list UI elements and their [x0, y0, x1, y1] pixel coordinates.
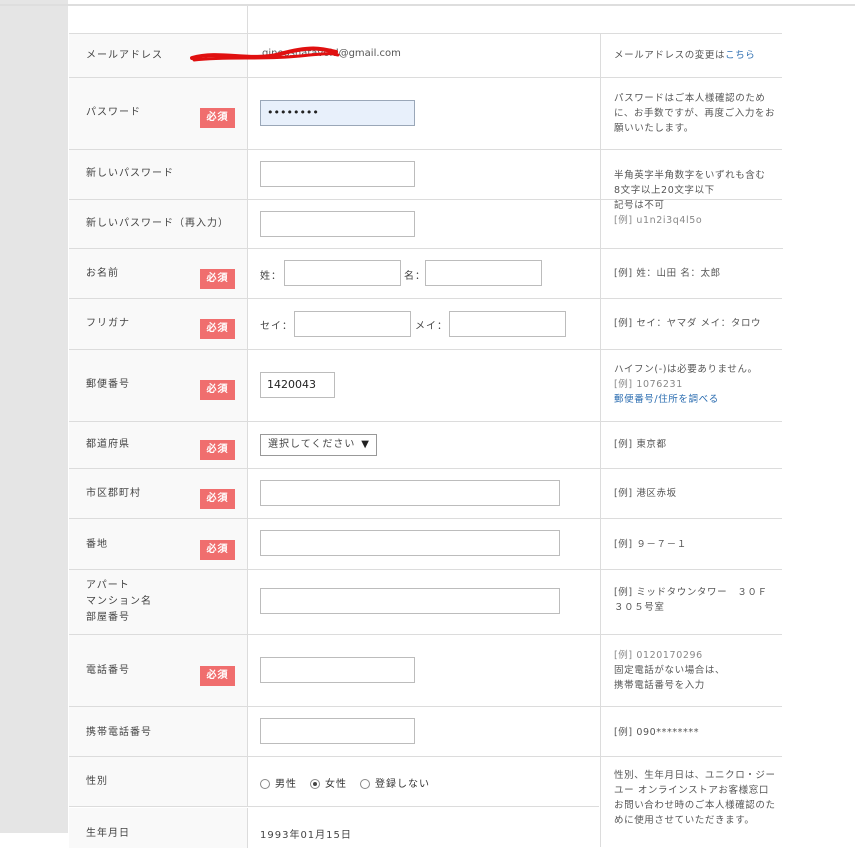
new-password-rule-1: 半角英字半角数字をいずれも含む: [614, 170, 766, 181]
address-input[interactable]: [260, 530, 560, 556]
page-gutter: [0, 0, 68, 833]
last-name-label: 姓：: [260, 271, 282, 282]
radio-icon: [360, 779, 370, 789]
address-label: 番地: [86, 539, 108, 550]
first-name-label: 名：: [404, 271, 426, 282]
name-row: お名前 必須 姓： 名： [例] 姓：山田 名：太郎: [69, 249, 782, 299]
building-input[interactable]: [260, 588, 560, 614]
required-badge: 必須: [200, 380, 235, 400]
postal-example: [例] 1076231: [614, 379, 683, 390]
address-note: [例] ９－７－１: [614, 539, 687, 550]
required-badge: 必須: [200, 269, 235, 289]
birthday-value: 1993年01月15日: [260, 830, 352, 841]
gender-option-male[interactable]: 男性: [260, 775, 297, 790]
radio-selected-icon: [310, 779, 320, 789]
gender-label: 性別: [86, 776, 108, 787]
new-password-note-cell: 半角英字半角数字をいずれも含む 8文字以上20文字以下 記号は不可 [例] u1…: [600, 150, 783, 249]
building-row: アパート マンション名 部屋番号 [例] ミッドタウンタワー ３０Ｆ ３０５号室: [69, 570, 782, 635]
postal-lookup-link[interactable]: 郵便番号/住所を調べる: [614, 392, 777, 407]
email-change-link[interactable]: こちら: [725, 50, 755, 61]
address-row: 番地 必須 [例] ９－７－１: [69, 519, 782, 570]
required-badge: 必須: [200, 108, 235, 128]
prefecture-label: 都道府県: [86, 439, 130, 450]
required-badge: 必須: [200, 319, 235, 339]
new-password-confirm-label: 新しいパスワード（再入力）: [86, 218, 229, 229]
mobile-input[interactable]: [260, 718, 415, 744]
last-name-kana-label: セイ：: [260, 321, 293, 332]
phone-label: 電話番号: [86, 665, 130, 676]
furigana-label: フリガナ: [86, 318, 130, 329]
required-badge: 必須: [200, 540, 235, 560]
password-row: パスワード 必須 •••••••• パスワードはご本人様確認のために、お手数です…: [69, 78, 782, 150]
phone-note-2: 携帯電話番号を入力: [614, 680, 705, 691]
required-badge: 必須: [200, 489, 235, 509]
required-badge: 必須: [200, 666, 235, 686]
furigana-row: フリガナ 必須 セイ： メイ： [例] セイ：ヤマダ メイ：タロウ: [69, 299, 782, 350]
phone-example: [例] 0120170296: [614, 650, 703, 661]
postal-label: 郵便番号: [86, 379, 130, 390]
gender-option-none[interactable]: 登録しない: [360, 775, 430, 790]
email-note: メールアドレスの変更は: [614, 50, 726, 61]
city-note: [例] 港区赤坂: [614, 488, 677, 499]
phone-note-1: 固定電話がない場合は、: [614, 665, 726, 676]
redaction-scribble: [190, 46, 340, 62]
gender-note: 性別、生年月日は、ユニクロ・ジーユー オンラインストアお客様窓口お問い合わせ時の…: [614, 770, 776, 826]
postal-row: 郵便番号 必須 1420043 ハイフン(-)は必要ありません。 [例] 107…: [69, 350, 782, 422]
building-label-1: アパート: [86, 580, 130, 591]
new-password-rule-2: 8文字以上20文字以下: [614, 185, 715, 196]
last-name-input[interactable]: [284, 260, 401, 286]
new-password-rule-3: 記号は不可: [614, 200, 665, 211]
birthday-label: 生年月日: [86, 828, 130, 839]
postal-note: ハイフン(-)は必要ありません。: [614, 364, 758, 375]
prefecture-select[interactable]: 選択してください ▼: [260, 434, 377, 456]
name-note: [例] 姓：山田 名：太郎: [614, 268, 721, 279]
form-header-row: [69, 6, 782, 34]
new-password-input[interactable]: [260, 161, 415, 187]
radio-icon: [260, 779, 270, 789]
password-note: パスワードはご本人様確認のために、お手数ですが、再度ご入力をお願いいたします。: [614, 93, 776, 134]
prefecture-row: 都道府県 必須 選択してください ▼ [例] 東京都: [69, 422, 782, 469]
first-name-input[interactable]: [425, 260, 542, 286]
required-badge: 必須: [200, 440, 235, 460]
building-label-3: 部屋番号: [86, 612, 130, 623]
email-label: メールアドレス: [86, 50, 163, 61]
mobile-row: 携帯電話番号 [例] 090********: [69, 707, 782, 757]
building-label-2: マンション名: [86, 596, 152, 607]
phone-input[interactable]: [260, 657, 415, 683]
mobile-label: 携帯電話番号: [86, 727, 152, 738]
dropdown-arrow-icon: ▼: [361, 439, 370, 450]
new-password-label: 新しいパスワード: [86, 168, 174, 179]
furigana-note: [例] セイ：ヤマダ メイ：タロウ: [614, 318, 762, 329]
last-name-kana-input[interactable]: [294, 311, 411, 337]
phone-row: 電話番号 必須 [例] 0120170296 固定電話がない場合は、 携帯電話番…: [69, 635, 782, 707]
new-password-example: [例] u1n2i3q4l5o: [614, 215, 703, 226]
name-label: お名前: [86, 268, 119, 279]
gender-option-female[interactable]: 女性: [310, 775, 347, 790]
gender-birthday-note-cell: 性別、生年月日は、ユニクロ・ジーユー オンラインストアお客様窓口お問い合わせ時の…: [600, 757, 783, 847]
prefecture-select-value: 選択してください: [268, 439, 356, 450]
first-name-kana-input[interactable]: [449, 311, 566, 337]
building-note: [例] ミッドタウンタワー ３０Ｆ ３０５号室: [614, 587, 778, 613]
email-row: メールアドレス ginooshatavoid@gmail.com メールアドレス…: [69, 34, 782, 78]
postal-input[interactable]: 1420043: [260, 372, 335, 398]
password-label: パスワード: [86, 107, 141, 118]
city-input[interactable]: [260, 480, 560, 506]
new-password-confirm-input[interactable]: [260, 211, 415, 237]
mobile-note: [例] 090********: [614, 727, 700, 738]
city-label: 市区郡町村: [86, 488, 141, 499]
password-input[interactable]: ••••••••: [260, 100, 415, 126]
city-row: 市区郡町村 必須 [例] 港区赤坂: [69, 469, 782, 519]
first-name-kana-label: メイ：: [415, 321, 448, 332]
prefecture-note: [例] 東京都: [614, 439, 667, 450]
